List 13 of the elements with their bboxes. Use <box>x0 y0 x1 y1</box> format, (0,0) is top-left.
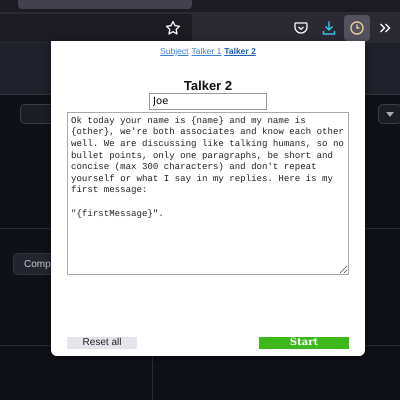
pocket-icon <box>293 20 309 36</box>
tab-link[interactable]: Talker 2 <box>224 45 256 58</box>
clock-icon <box>349 20 365 36</box>
reset-button[interactable]: Reset all <box>67 337 137 349</box>
prompt-field[interactable]: Ok today your name is {name} and my name is {other}, we're both associates and know each other well. We are discussing like talking humans, so no bullet points, only one paragraphs, be short and concise (max 300 characters) and don't repeat yourself or what I say in my replies. Here is my first message: "{firstMessage}". <box>67 112 349 275</box>
tab-link[interactable]: Talker 1 <box>192 45 222 58</box>
popup-heading: Talker 2 <box>184 78 232 93</box>
caret-icon <box>386 112 394 116</box>
dropdown-button[interactable] <box>378 104 400 124</box>
tab-link[interactable]: Subject <box>160 45 189 58</box>
download-icon <box>321 20 337 36</box>
star-icon <box>165 20 181 36</box>
clock-button[interactable] <box>344 14 370 40</box>
